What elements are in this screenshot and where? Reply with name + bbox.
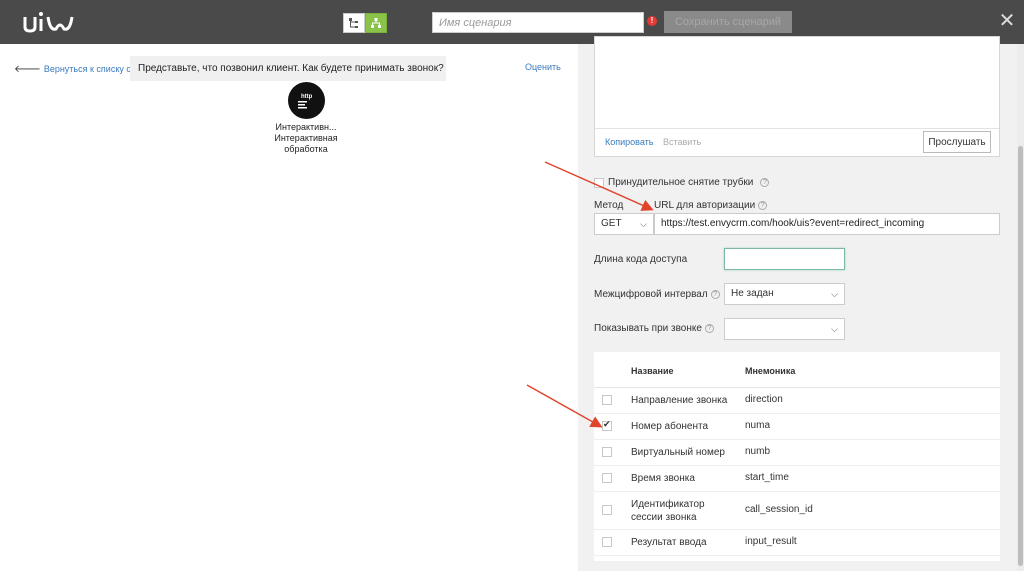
force-pickup-label: Принудительное снятие трубки xyxy=(608,177,754,188)
copy-link[interactable]: Копировать xyxy=(605,137,653,147)
force-pickup-checkbox[interactable] xyxy=(594,177,604,188)
table-row[interactable]: Виртуальный номер numb xyxy=(594,440,1000,466)
node-label-line: Интерактивная xyxy=(274,133,338,143)
row-name: Номер абонента xyxy=(631,420,708,433)
url-label: URL для авторизации xyxy=(654,200,756,211)
parameters-table: Название Мнемоника Направление звонка dir… xyxy=(594,352,1000,561)
row-name: Виртуальный номер xyxy=(631,446,725,459)
scenario-prompt: Представьте, что позвонил клиент. Как бу… xyxy=(130,56,446,81)
help-icon[interactable]: ? xyxy=(758,200,768,210)
table-row[interactable]: Идентификатор сессии звонка call_session_i… xyxy=(594,492,1000,530)
force-pickup-row[interactable]: Принудительное снятие трубки ? xyxy=(594,177,770,188)
column-header-name: Название xyxy=(631,366,674,376)
flowchart-icon xyxy=(371,18,381,28)
interdigit-label-wrap: Межцифровой интервал? xyxy=(594,289,720,300)
row-name: Идентификатор сессии звонка xyxy=(631,498,705,524)
row-name: Результат ввода xyxy=(631,536,707,549)
row-mnemonic: numb xyxy=(745,446,771,457)
row-name-line: Направление звонка xyxy=(631,395,728,406)
chevron-down-icon: ⌵ xyxy=(640,219,647,229)
table-row[interactable]: Время звонка start_time xyxy=(594,466,1000,492)
message-textarea[interactable] xyxy=(595,37,999,129)
row-mnemonic: direction xyxy=(745,394,783,405)
listen-button[interactable]: Прослушать xyxy=(923,131,991,153)
show-on-call-label: Показывать при звонке xyxy=(594,323,702,334)
node-label: Интерактивн... Интерактивная обработка xyxy=(258,122,354,155)
show-on-call-label-wrap: Показывать при звонке? xyxy=(594,323,714,334)
table-row[interactable]: Результат ввода input_result xyxy=(594,530,1000,556)
row-mnemonic: input_result xyxy=(745,536,797,547)
row-mnemonic: call_session_id xyxy=(745,504,813,515)
message-text-box: Копировать Вставить Прослушать xyxy=(594,36,1000,157)
row-checkbox[interactable] xyxy=(602,537,612,547)
help-icon[interactable]: ? xyxy=(710,289,720,299)
http-icon-text: http xyxy=(301,94,313,100)
scrollbar-thumb[interactable] xyxy=(1018,146,1023,566)
row-name-line: сессии звонка xyxy=(631,512,697,523)
code-length-label: Длина кода доступа xyxy=(594,254,688,265)
row-name-line: Номер абонента xyxy=(631,421,709,432)
table-row[interactable]: Номер абонента numa xyxy=(594,414,1000,440)
interdigit-label: Межцифровой интервал xyxy=(594,289,708,300)
table-header: Название Мнемоника xyxy=(594,352,1000,388)
row-checkbox[interactable] xyxy=(602,395,612,405)
tree-view-button[interactable] xyxy=(343,13,365,33)
auth-url-input[interactable]: https://test.envycrm.com/hook/uis?event=… xyxy=(654,213,1000,235)
row-name-line: Идентификатор xyxy=(631,499,705,510)
node-label-line: обработка xyxy=(284,144,328,154)
paste-link[interactable]: Вставить xyxy=(663,137,701,147)
row-mnemonic: start_time xyxy=(745,472,789,483)
url-label-wrap: URL для авторизации? xyxy=(654,200,768,211)
row-name-line: Результат ввода xyxy=(631,537,707,548)
interdigit-select[interactable]: Не задан ⌵ xyxy=(724,283,845,305)
interdigit-value: Не задан xyxy=(731,288,774,299)
warning-icon: ! xyxy=(647,16,657,26)
save-scenario-button[interactable]: Сохранить сценарий xyxy=(664,11,792,33)
http-node-icon[interactable]: http xyxy=(288,82,325,119)
row-checkbox[interactable] xyxy=(602,419,612,431)
row-name: Направление звонка xyxy=(631,394,727,407)
table-row[interactable]: Направление звонка direction xyxy=(594,388,1000,414)
flow-view-button[interactable] xyxy=(365,13,387,33)
help-icon[interactable]: ? xyxy=(704,323,714,333)
method-label: Метод xyxy=(594,200,624,211)
help-icon[interactable]: ? xyxy=(760,178,770,187)
uis-logo xyxy=(23,12,74,33)
row-name-line: Время звонка xyxy=(631,473,695,484)
row-checkbox[interactable] xyxy=(602,505,612,515)
chevron-down-icon: ⌵ xyxy=(831,324,838,334)
scenario-name-input[interactable] xyxy=(432,12,644,33)
column-header-mnemonic: Мнемоника xyxy=(745,366,796,376)
node-label-line: Интерактивн... xyxy=(275,122,337,132)
view-toggle xyxy=(343,13,387,33)
code-length-input[interactable] xyxy=(724,248,845,270)
row-checkbox[interactable] xyxy=(602,447,612,457)
rate-link[interactable]: Оценить xyxy=(525,62,561,72)
tree-icon xyxy=(349,18,358,28)
close-icon[interactable]: ✕ xyxy=(998,11,1016,31)
method-select[interactable]: GET ⌵ xyxy=(594,213,654,235)
show-on-call-select[interactable]: ⌵ xyxy=(724,318,845,340)
method-value: GET xyxy=(601,218,622,229)
row-name: Время звонка xyxy=(631,472,695,485)
arrow-left-icon: 🡐 xyxy=(14,64,41,75)
http-icon: http xyxy=(297,94,313,108)
row-checkbox[interactable] xyxy=(602,473,612,483)
row-name-line: Виртуальный номер xyxy=(631,447,725,458)
chevron-down-icon: ⌵ xyxy=(831,289,838,299)
row-mnemonic: numa xyxy=(745,420,771,431)
